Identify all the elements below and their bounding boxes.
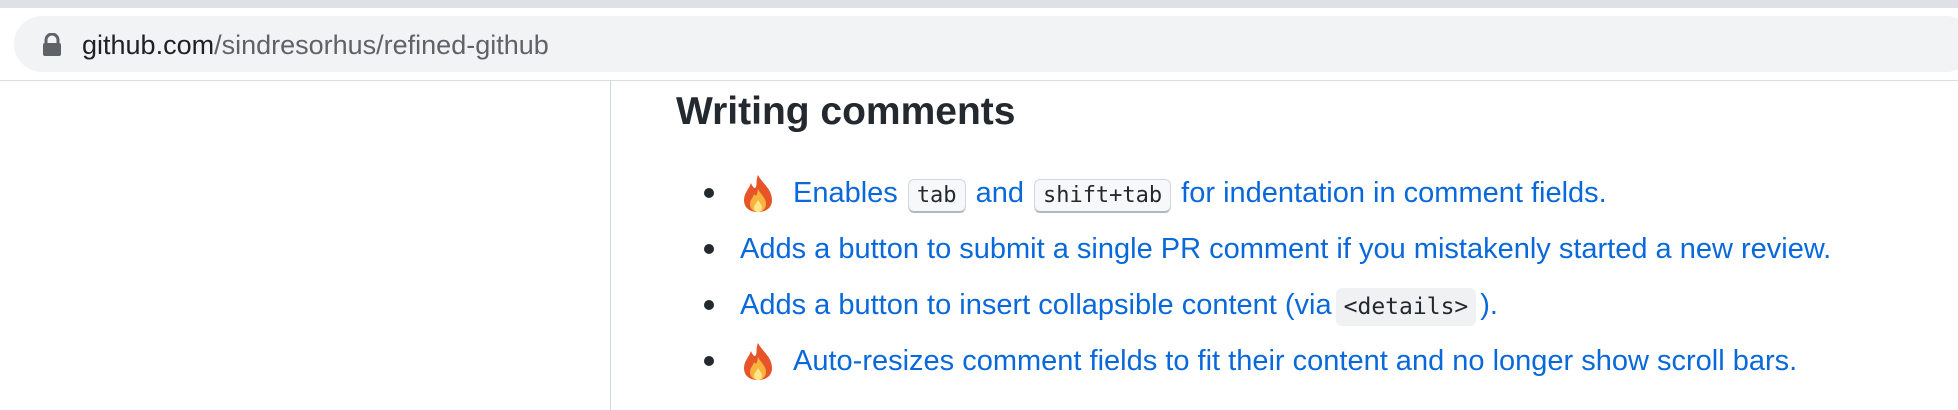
url-text[interactable]: github.com/sindresorhus/refined-github — [82, 29, 549, 61]
list-bullet — [704, 244, 714, 254]
browser-tab-strip — [0, 0, 1958, 8]
lock-icon[interactable] — [41, 33, 63, 57]
feature-item: Adds a button to submit a single PR comm… — [704, 227, 1831, 271]
feature-item: Adds a button to insert collapsible cont… — [704, 283, 1498, 327]
feature-item: Enables tab and shift+tab for indentation in… — [704, 171, 1607, 215]
feature-link-auto-resize[interactable]: Auto-resizes comment fields to fit their… — [793, 341, 1797, 381]
fire-icon — [744, 175, 772, 212]
feature-link-indentation[interactable]: Enables tab and shift+tab for indentation in… — [793, 173, 1607, 213]
tab-key: tab — [907, 179, 966, 213]
list-bullet — [704, 300, 714, 310]
feature-link-collapsible-content[interactable]: Adds a button to insert collapsible cont… — [740, 285, 1498, 326]
section-heading: Writing comments — [676, 90, 1016, 133]
address-bar[interactable]: github.com/sindresorhus/refined-github — [14, 16, 1958, 72]
fire-icon — [744, 343, 772, 380]
list-bullet — [704, 356, 714, 366]
feature-item: Auto-resizes comment fields to fit their… — [704, 339, 1797, 383]
shift-tab-key: shift+tab — [1033, 179, 1172, 213]
feature-link-submit-single-comment[interactable]: Adds a button to submit a single PR comm… — [740, 229, 1831, 269]
url-domain: github.com — [82, 30, 215, 60]
sidebar-divider — [610, 81, 611, 410]
url-path: /sindresorhus/refined-github — [214, 30, 549, 60]
list-bullet — [704, 188, 714, 198]
toolbar-divider — [0, 80, 1958, 81]
details-code: <details> — [1335, 287, 1477, 326]
